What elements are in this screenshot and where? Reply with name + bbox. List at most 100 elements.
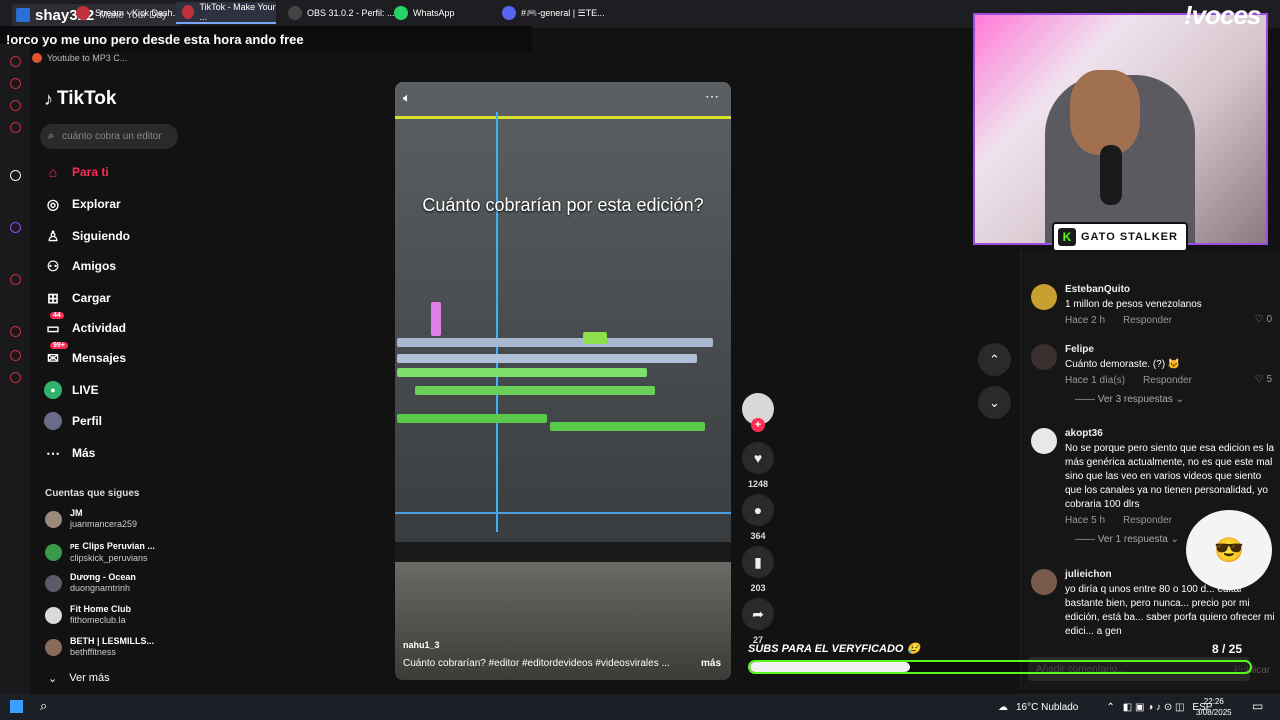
video-player[interactable]: 🔈︎ ⋯ Cuánto cobrarían por esta edición? … [395,82,731,680]
nav-amigos[interactable]: ⚇ Amigos [44,257,116,275]
account-name: Dương - Ocean [70,572,136,582]
video-description: Cuánto cobrarían? #editor #editordevideo… [403,658,670,669]
avatar[interactable] [1031,569,1057,595]
weather-text[interactable]: 16°C Nublado [1016,702,1078,713]
rail-icon[interactable] [10,56,21,67]
comment-time: Hace 2 h [1065,315,1106,326]
rail-icon[interactable] [10,78,21,89]
avatar[interactable] [1031,344,1057,370]
rail-icon[interactable] [10,350,21,361]
tiktok-logo[interactable]: ♪ TikTok [44,88,116,110]
activity-badge: 44 [50,312,64,319]
bookmark-item[interactable]: Youtube to MP3 C... [32,53,127,63]
weather-icon[interactable]: ☁ [998,702,1008,713]
more-options-icon[interactable]: ⋯ [705,88,719,105]
save-button[interactable]: ▮ 203 [742,546,774,593]
nav-cargar[interactable]: ⊞ Cargar [44,289,111,307]
following-account[interactable]: JM juanmancera259 [45,508,137,530]
rail-icon[interactable] [10,326,21,337]
reply-button[interactable]: Responder [1143,375,1192,386]
clip-marker [583,332,607,344]
notification-icon[interactable]: ▭ [1252,699,1263,713]
see-more-button[interactable]: ⌄ Ver más [48,672,110,685]
comment-like[interactable]: ♡ 5 [1255,374,1272,385]
webcam-overlay [973,13,1268,245]
tiktok-note-icon: ♪ [44,88,53,109]
subs-goal-bar [748,660,1252,674]
previous-video-button[interactable]: ⌃ [978,343,1011,376]
windows-start-icon[interactable] [10,700,23,713]
sunglasses-sticker: 😎 [1186,510,1272,590]
comment-user[interactable]: Felipe [1065,344,1276,355]
description-more-button[interactable]: más [701,658,721,669]
nav-label: Amigos [72,259,117,273]
settings-icon[interactable] [10,372,21,383]
account-name: JM [70,508,83,518]
comment-like[interactable]: ♡ 0 [1255,314,1272,325]
nav-live[interactable]: ● LIVE [44,381,99,399]
reply-button[interactable]: Responder [1123,315,1172,326]
comment-user[interactable]: EstebanQuito [1065,284,1276,295]
rail-icon[interactable] [10,122,21,133]
nav-perfil[interactable]: Perfil [44,412,102,430]
chevron-down-icon: ⌄ [989,394,1000,410]
avatar[interactable] [1031,284,1057,310]
nav-label: Para ti [72,165,109,179]
rail-icon[interactable] [10,170,21,181]
following-account[interactable]: Fit Home Club fithomeclub.la [45,604,131,626]
rail-icon[interactable] [10,274,21,285]
timeline-marker [395,116,731,119]
tray-icons[interactable]: ◧ ▣ ◑ ♪ ⊙ ◫ [1123,702,1185,713]
comment-text: Cuánto demoraste. (?) 🐱 [1065,359,1181,370]
comment-item: ♡ 5 Felipe Cuánto demoraste. (?) 🐱 Hace … [1031,344,1276,405]
comment-button[interactable]: ● 364 [742,494,774,541]
kick-logo-icon: K [1058,228,1076,246]
account-handle: juanmancera259 [70,519,138,529]
nav-label: Mensajes [72,351,127,365]
account-handle: bethffitness [70,647,116,657]
tray-chevron-icon[interactable]: ⌃ [1106,702,1114,713]
activity-icon: ▭ 44 [44,312,64,337]
streamer-head [1070,70,1140,155]
avatar[interactable] [1031,428,1057,454]
taskbar-app[interactable]: WhatsApp [388,2,455,24]
reply-button[interactable]: Responder [1123,515,1172,526]
nav-actividad[interactable]: ▭ 44 Actividad [44,312,126,337]
nav-mas[interactable]: ⋯ Más [44,444,95,462]
comments-panel: ♡ 0 EstebanQuito 1 millon de pesos venez… [1020,250,1280,690]
following-account[interactable]: Dương - Ocean duongnamtrinh [45,572,136,594]
video-author[interactable]: nahu1_3 [403,640,440,650]
system-clock[interactable]: 22:26 3/08/2025 [1196,696,1232,718]
comment-user[interactable]: akopt36 [1065,428,1276,439]
nav-para-ti[interactable]: ⌂ Para ti [44,163,109,181]
subs-goal-label: SUBS PARA EL VERYFICADO 😢 [748,643,921,655]
messages-badge: 99+ [50,342,68,349]
chat-banner-text: !orco yo me uno pero desde esta hora and… [6,31,304,47]
see-more-label: Ver más [69,672,110,684]
following-account[interactable]: PE Clips Peruvian ... clipskick_peruvians [45,541,155,564]
like-button[interactable]: ♥ 1248 [742,442,774,489]
volume-icon[interactable]: 🔈︎ [403,90,411,106]
account-name: Fit Home Club [70,604,131,614]
search-input[interactable]: ⌕ cuánto cobra un editor [40,124,178,149]
bookmark-icon [32,53,42,63]
taskbar-app[interactable]: #🎮-general | ☰TE... [496,2,605,24]
rail-icon[interactable] [10,100,21,111]
follow-plus-icon[interactable]: + [751,418,765,432]
nav-explorar[interactable]: ◎ Explorar [44,195,121,213]
view-replies-button[interactable]: —— Ver 3 respuestas ⌄ [1075,394,1276,405]
messages-icon: ✉ 99+ [44,342,68,367]
search-icon[interactable]: ⌕ [40,698,47,714]
taskbar-app[interactable]: OBS 31.0.2 - Perfil: ... [282,2,395,24]
taskbar-app[interactable]: Stream - Kick Dash... [70,2,180,24]
kick-icon [16,8,30,22]
taskbar-app[interactable]: TikTok - Make Your ... [176,2,276,24]
share-button[interactable]: ➦ 27 [742,598,774,645]
following-account[interactable]: BETH | LESMILLS... bethffitness [45,636,154,658]
nav-siguiendo[interactable]: ♙ Siguiendo [44,227,130,245]
comment-time: Hace 1 día(s) [1065,375,1126,386]
twitch-icon[interactable] [10,222,21,233]
account-name: PE Clips Peruvian ... [70,541,155,553]
next-video-button[interactable]: ⌄ [978,386,1011,419]
nav-mensajes[interactable]: ✉ 99+ Mensajes [44,342,127,367]
